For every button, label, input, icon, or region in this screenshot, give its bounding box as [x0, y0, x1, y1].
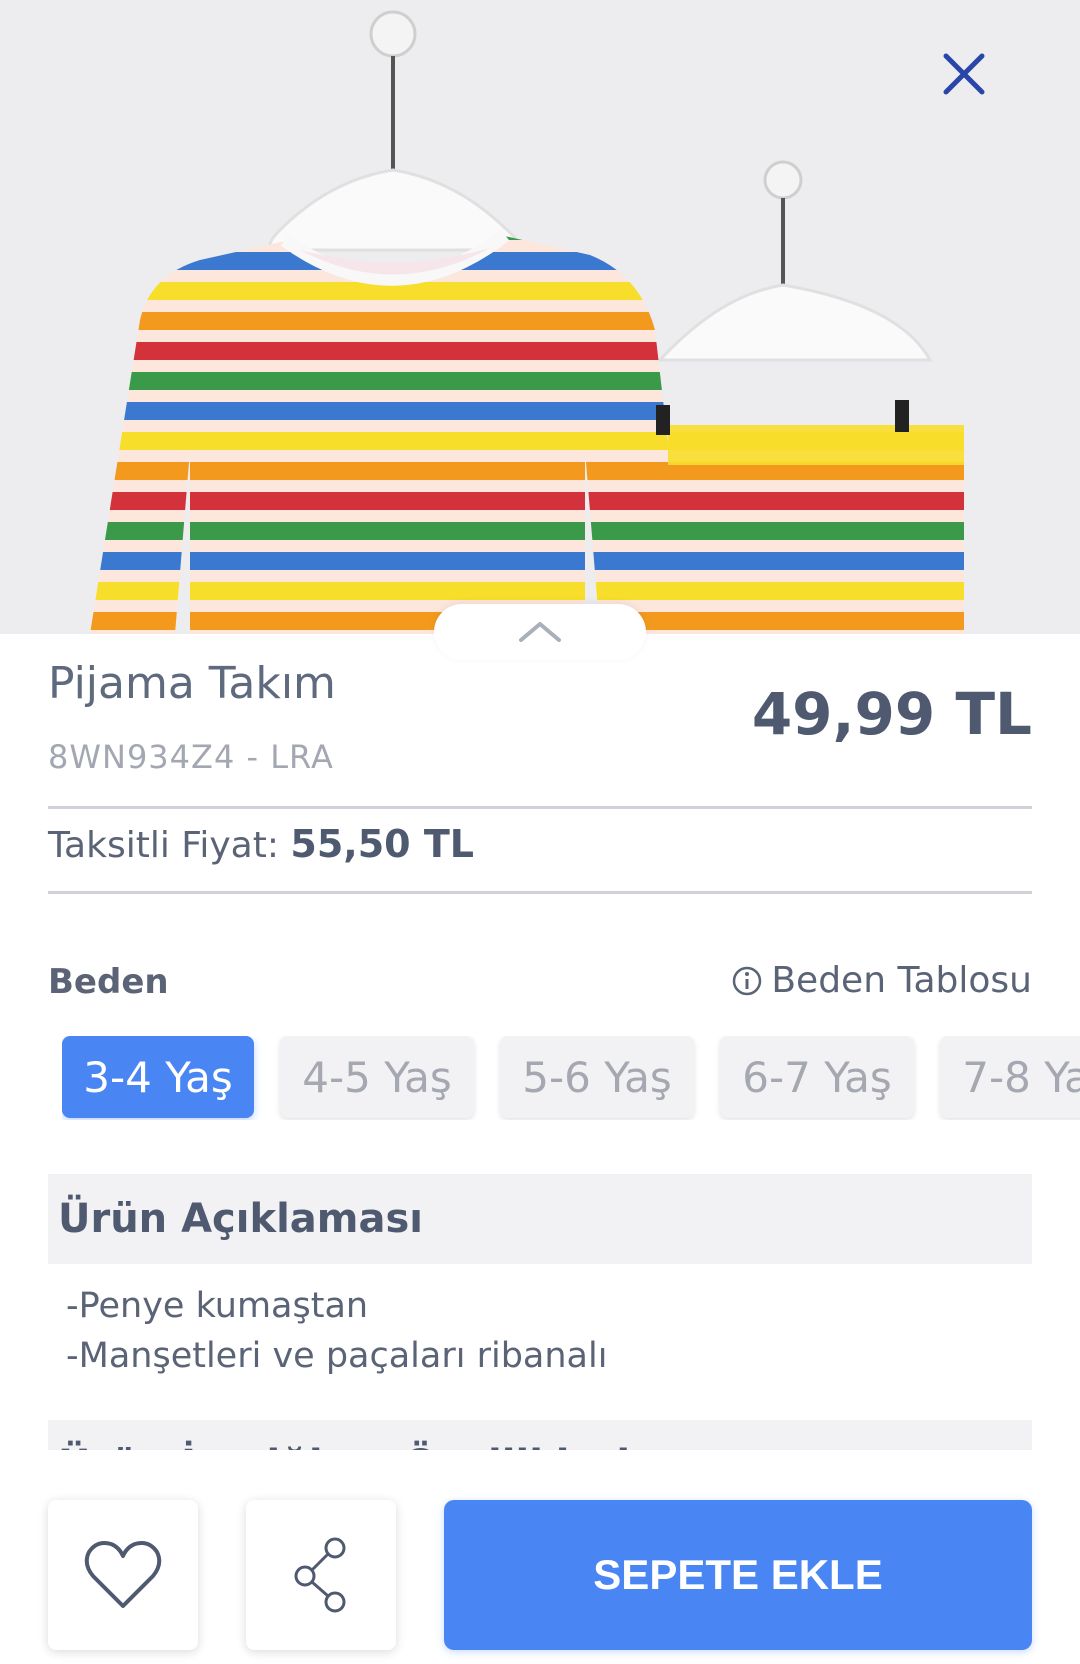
add-to-cart-button[interactable]: SEPETE EKLE — [444, 1500, 1032, 1650]
size-option[interactable]: 3-4 Yaş — [62, 1036, 254, 1118]
close-button[interactable] — [940, 50, 1020, 130]
size-option[interactable]: 4-5 Yaş — [280, 1036, 474, 1118]
size-chart-label: Beden Tablosu — [771, 960, 1032, 1001]
divider — [48, 806, 1032, 809]
installment-price-row: Taksitli Fiyat: 55,50 TL — [48, 822, 474, 866]
installment-price: 55,50 TL — [290, 822, 474, 866]
expand-handle[interactable] — [434, 604, 646, 660]
favorite-button[interactable] — [48, 1500, 198, 1650]
size-option[interactable]: 6-7 Yaş — [720, 1036, 914, 1118]
size-options: 3-4 Yaş 4-5 Yaş 5-6 Yaş 6-7 Yaş 7-8 Yaş — [62, 1036, 1080, 1120]
chevron-up-icon — [519, 622, 561, 642]
product-price: 49,99 TL — [751, 680, 1032, 748]
size-chart-link[interactable]: Beden Tablosu — [731, 960, 1032, 1001]
size-option[interactable]: 7-8 Yaş — [940, 1036, 1080, 1118]
share-button[interactable] — [246, 1500, 396, 1650]
description-line: -Penye kumaştan — [66, 1286, 369, 1326]
description-line: -Manşetleri ve paçaları ribanalı — [66, 1336, 608, 1376]
product-title: Pijama Takım — [48, 658, 336, 709]
product-sku: 8WN934Z4 - LRA — [48, 738, 334, 776]
size-label: Beden — [48, 962, 169, 1002]
description-heading[interactable]: Ürün Açıklaması — [48, 1174, 1032, 1264]
share-icon — [294, 1537, 346, 1613]
info-icon — [733, 966, 762, 995]
product-image[interactable] — [0, 0, 1080, 634]
divider — [48, 891, 1032, 894]
heart-icon — [84, 1541, 162, 1608]
installment-label: Taksitli Fiyat: — [48, 825, 279, 866]
close-icon — [943, 53, 985, 95]
size-option[interactable]: 5-6 Yaş — [500, 1036, 694, 1118]
